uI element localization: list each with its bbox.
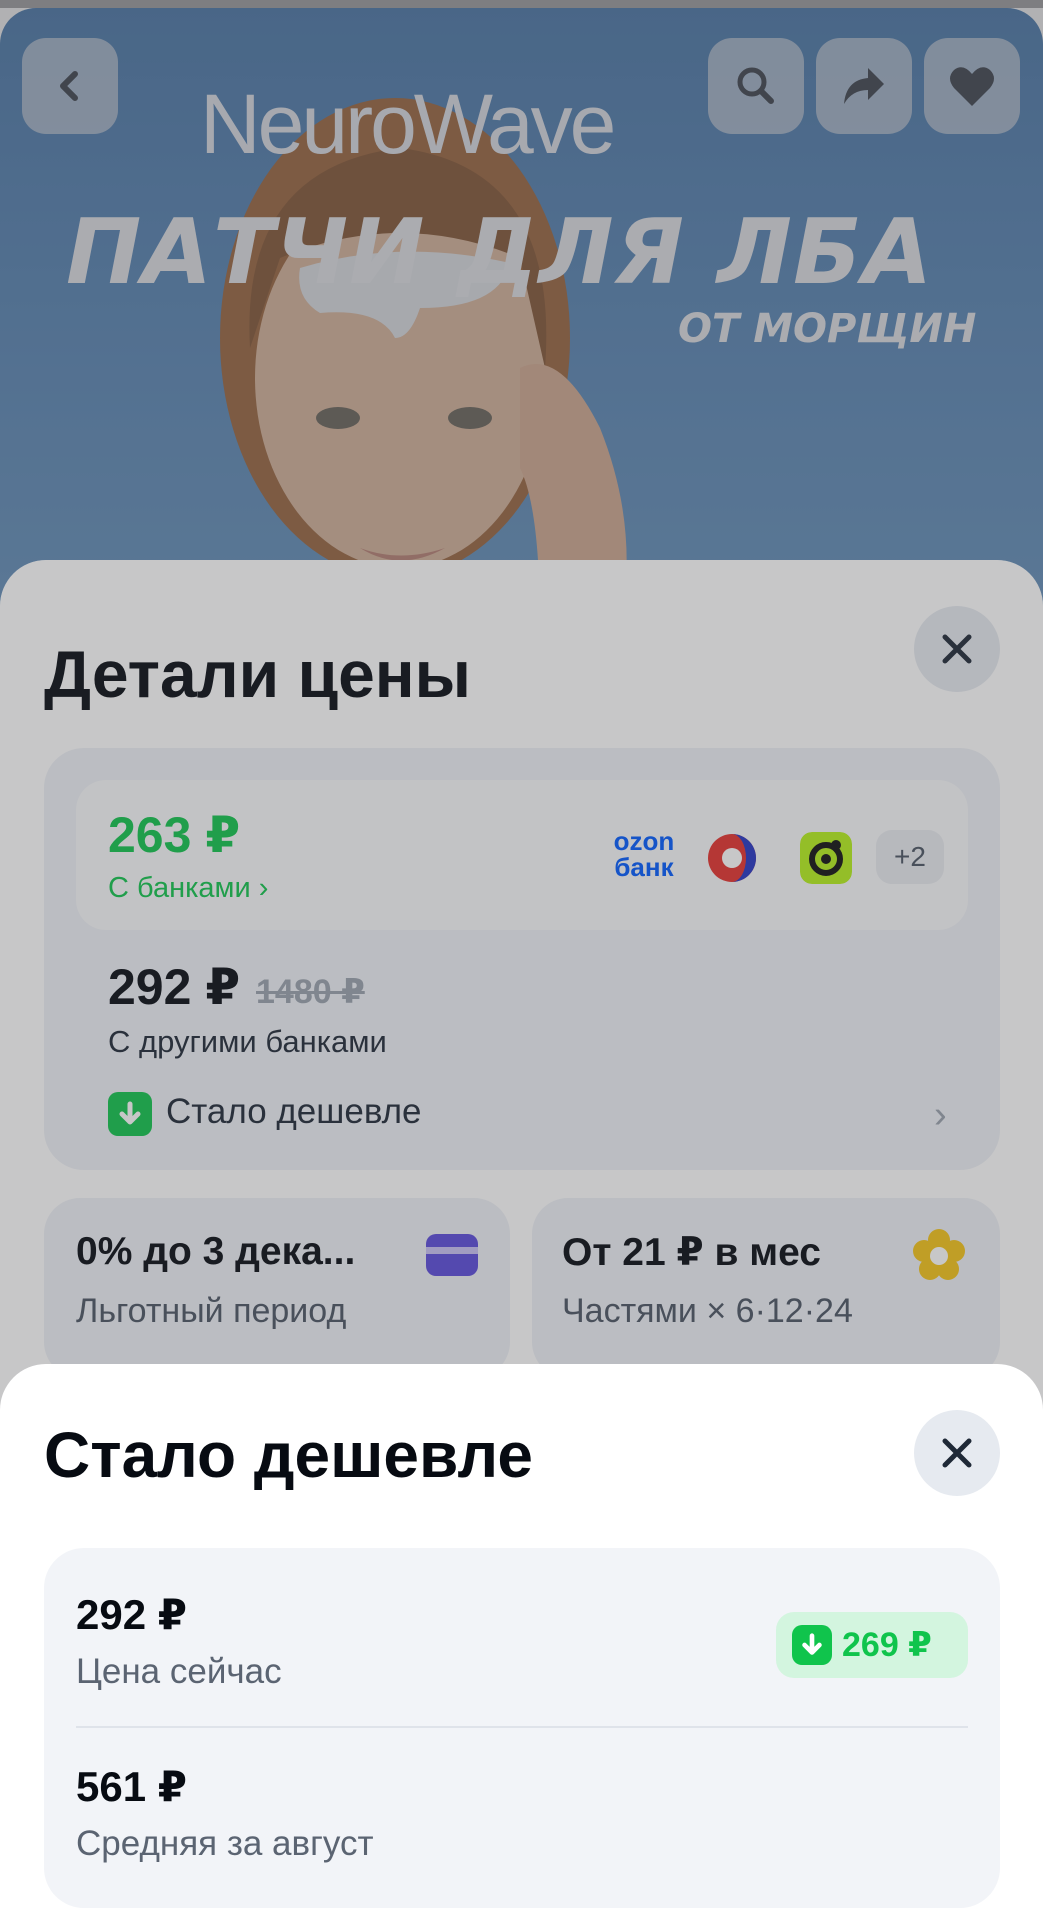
average-price: 561 ₽ <box>76 1763 187 1810</box>
price-drop-value: 269 ₽ <box>842 1626 932 1664</box>
close-icon <box>942 1438 972 1468</box>
price-dropped-close-button[interactable] <box>914 1410 1000 1496</box>
current-price-label: Цена сейчас <box>76 1652 282 1691</box>
price-drop-badge: 269 ₽ <box>776 1612 968 1678</box>
price-dropped-title: Стало дешевле <box>44 1419 533 1491</box>
divider <box>76 1726 968 1728</box>
price-down-icon <box>792 1625 832 1665</box>
average-price-label: Средняя за август <box>76 1824 374 1863</box>
current-price: 292 ₽ <box>76 1591 187 1638</box>
